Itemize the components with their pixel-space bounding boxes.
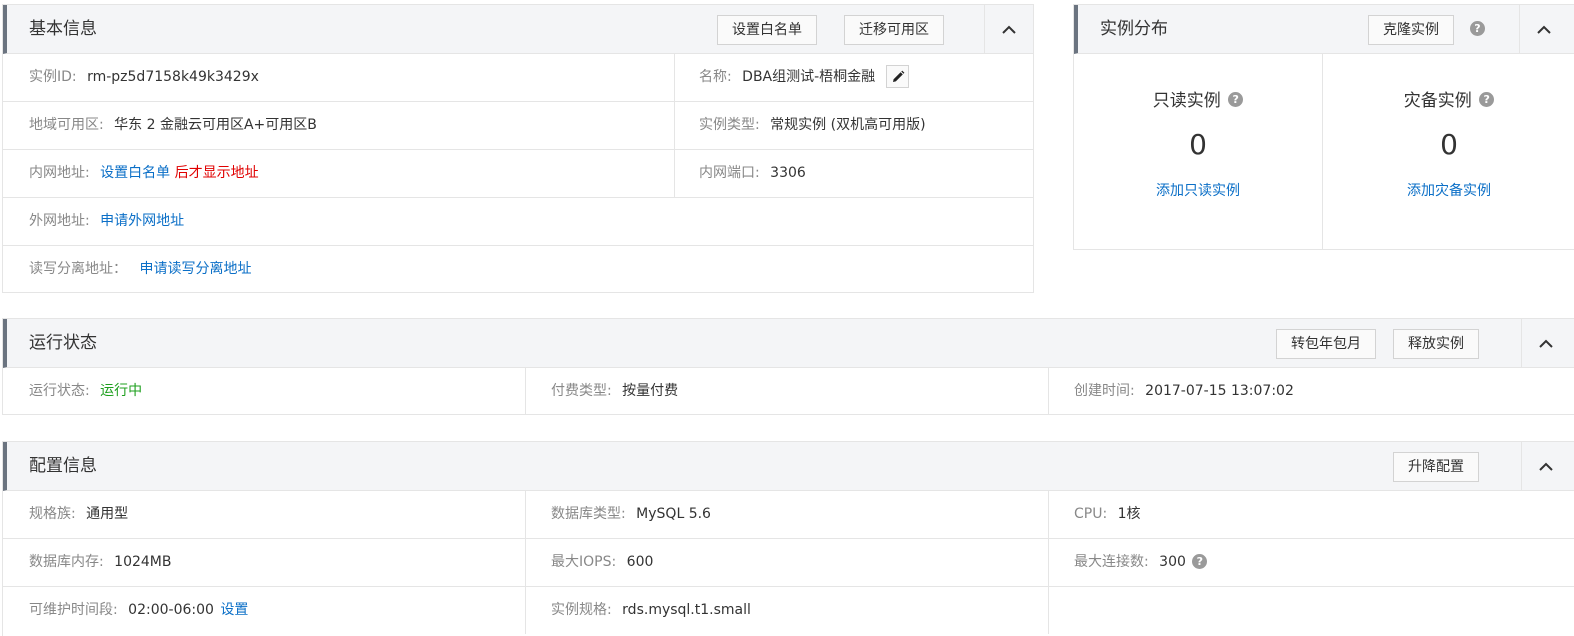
db-type-label: 数据库类型: xyxy=(551,506,626,522)
collapse-distribution-button[interactable] xyxy=(1519,5,1568,53)
basic-row-3: 内网地址: 设置白名单 后才显示地址 内网端口: 3306 xyxy=(3,150,1033,198)
extranet-address-label: 外网地址: xyxy=(29,213,90,229)
readonly-title: 只读实例 xyxy=(1152,91,1221,111)
pencil-icon xyxy=(892,70,905,82)
readonly-instances-block: 只读实例 ? 0 添加只读实例 xyxy=(1074,54,1322,250)
clone-help-icon[interactable]: ? xyxy=(1470,21,1485,36)
add-readonly-link[interactable]: 添加只读实例 xyxy=(1074,180,1322,200)
db-memory-value: 1024MB xyxy=(114,554,172,570)
readonly-title-row: 只读实例 ? xyxy=(1074,86,1322,111)
collapse-config-button[interactable] xyxy=(1521,442,1570,490)
set-maintenance-link[interactable]: 设置 xyxy=(220,602,248,618)
readonly-count: 0 xyxy=(1189,128,1207,161)
upgrade-config-button[interactable]: 升降配置 xyxy=(1393,452,1479,482)
apply-extranet-link[interactable]: 申请外网地址 xyxy=(100,213,184,229)
basic-row-2: 地域可用区: 华东 2 金融云可用区A+可用区B 实例类型: 常规实例 (双机高… xyxy=(3,102,1033,150)
region-label: 地域可用区: xyxy=(29,117,104,133)
empty-cell xyxy=(1048,587,1574,634)
config-row-1: 规格族: 通用型 数据库类型: MySQL 5.6 CPU: 1核 xyxy=(3,491,1574,539)
add-disaster-link[interactable]: 添加灾备实例 xyxy=(1323,180,1574,200)
max-connections-value: 300 xyxy=(1159,554,1186,570)
db-memory-label: 数据库内存: xyxy=(29,554,104,570)
created-time-label: 创建时间: xyxy=(1074,383,1135,399)
basic-row-4: 外网地址: 申请外网地址 xyxy=(3,198,1033,246)
intranet-address-note: 后才显示地址 xyxy=(174,165,259,181)
disaster-count: 0 xyxy=(1440,128,1458,161)
run-status-title: 运行状态 xyxy=(29,333,97,353)
set-whitelist-button[interactable]: 设置白名单 xyxy=(717,15,817,45)
max-iops-label: 最大IOPS: xyxy=(551,554,617,570)
config-info-header: 配置信息 升降配置 xyxy=(3,442,1574,491)
basic-row-1: 实例ID: rm-pz5d7158k49k3429x 名称: DBA组测试-梧桐… xyxy=(3,54,1033,102)
chevron-up-icon xyxy=(1002,25,1016,34)
config-info-panel: 配置信息 升降配置 规格族: 通用型 数据库类型: MySQL 5.6 CPU:… xyxy=(2,441,1574,636)
chevron-up-icon xyxy=(1539,462,1553,471)
run-status-panel: 运行状态 转包年包月 释放实例 运行状态: 运行中 付费类型: 按量付费 创建时… xyxy=(2,318,1574,415)
billing-type-value: 按量付费 xyxy=(622,383,679,399)
instance-spec-label: 实例规格: xyxy=(551,602,612,618)
disaster-help-icon[interactable]: ? xyxy=(1479,91,1495,107)
max-connections-label: 最大连接数: xyxy=(1074,554,1149,570)
disaster-title: 灾备实例 xyxy=(1403,91,1472,111)
clone-instance-button[interactable]: 克隆实例 xyxy=(1368,15,1454,45)
intranet-port-value: 3306 xyxy=(770,165,806,181)
instance-distribution-panel: 实例分布 克隆实例 ? 只读实例 ? 0 添加只读实例 灾备实例 ? 0 添加灾… xyxy=(1073,4,1574,250)
basic-info-title: 基本信息 xyxy=(29,19,97,39)
billing-type-label: 付费类型: xyxy=(551,383,612,399)
intranet-port-label: 内网端口: xyxy=(699,165,760,181)
basic-info-header: 基本信息 设置白名单 迁移可用区 xyxy=(3,5,1033,54)
name-label: 名称: xyxy=(699,69,732,85)
readonly-help-icon[interactable]: ? xyxy=(1228,91,1244,107)
basic-row-5: 读写分离地址： 申请读写分离地址 xyxy=(3,246,1033,294)
connections-help-icon[interactable]: ? xyxy=(1192,553,1208,569)
apply-rw-split-link[interactable]: 申请读写分离地址 xyxy=(139,261,251,277)
spec-family-value: 通用型 xyxy=(86,506,129,522)
run-status-label: 运行状态: xyxy=(29,383,90,399)
max-iops-value: 600 xyxy=(626,554,654,570)
instance-spec-value: rds.mysql.t1.small xyxy=(622,602,751,618)
spec-family-label: 规格族: xyxy=(29,506,76,522)
release-instance-button[interactable]: 释放实例 xyxy=(1393,329,1479,359)
instance-id-value: rm-pz5d7158k49k3429x xyxy=(87,69,259,85)
intranet-address-label: 内网地址: xyxy=(29,165,90,181)
region-value: 华东 2 金融云可用区A+可用区B xyxy=(114,117,317,133)
collapse-status-button[interactable] xyxy=(1521,319,1570,367)
migrate-zone-button[interactable]: 迁移可用区 xyxy=(844,15,944,45)
distribution-title: 实例分布 xyxy=(1100,19,1168,39)
chevron-up-icon xyxy=(1537,25,1551,34)
disaster-instances-block: 灾备实例 ? 0 添加灾备实例 xyxy=(1322,54,1574,250)
distribution-header: 实例分布 克隆实例 ? xyxy=(1074,5,1574,54)
config-info-title: 配置信息 xyxy=(29,456,97,476)
instance-type-label: 实例类型: xyxy=(699,117,760,133)
edit-name-button[interactable] xyxy=(885,64,909,88)
run-status-header: 运行状态 转包年包月 释放实例 xyxy=(3,319,1574,368)
config-row-2: 数据库内存: 1024MB 最大IOPS: 600 最大连接数: 300 ? xyxy=(3,539,1574,587)
cpu-label: CPU: xyxy=(1074,506,1108,522)
created-time-value: 2017-07-15 13:07:02 xyxy=(1145,383,1294,399)
instance-type-value: 常规实例 (双机高可用版) xyxy=(770,117,926,133)
status-row: 运行状态: 运行中 付费类型: 按量付费 创建时间: 2017-07-15 13… xyxy=(3,368,1574,416)
maintenance-window-label: 可维护时间段: xyxy=(29,602,118,618)
intranet-whitelist-link[interactable]: 设置白名单 xyxy=(100,165,170,181)
convert-subscription-button[interactable]: 转包年包月 xyxy=(1276,329,1376,359)
disaster-title-row: 灾备实例 ? xyxy=(1323,86,1574,111)
cpu-value: 1核 xyxy=(1117,506,1141,522)
maintenance-window-value: 02:00-06:00 xyxy=(128,602,214,618)
name-value: DBA组测试-梧桐金融 xyxy=(742,69,876,85)
db-type-value: MySQL 5.6 xyxy=(636,506,711,522)
run-status-value: 运行中 xyxy=(100,383,143,399)
chevron-up-icon xyxy=(1539,339,1553,348)
rw-split-label: 读写分离地址： xyxy=(29,261,127,277)
collapse-basic-button[interactable] xyxy=(984,5,1033,53)
config-row-3: 可维护时间段: 02:00-06:00 设置 实例规格: rds.mysql.t… xyxy=(3,587,1574,635)
basic-info-panel: 基本信息 设置白名单 迁移可用区 实例ID: rm-pz5d7158k49k34… xyxy=(2,4,1034,293)
instance-id-label: 实例ID: xyxy=(29,69,77,85)
